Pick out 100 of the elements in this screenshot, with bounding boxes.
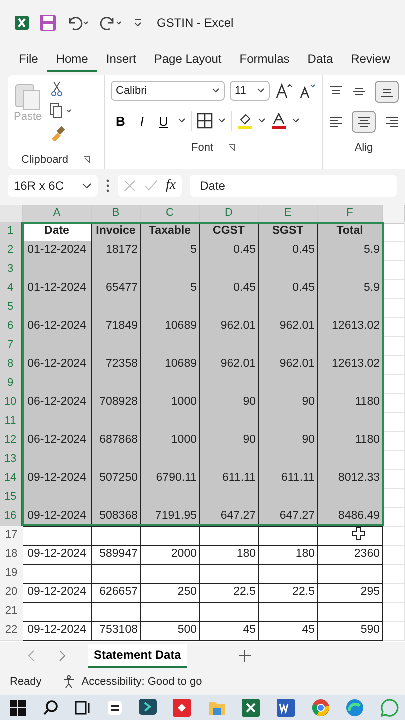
row-header[interactable]: 4 [0, 279, 23, 299]
ribbon-tab[interactable]: File [10, 48, 48, 72]
caret-icon [82, 183, 92, 189]
table-cell: 12613.02 [318, 317, 383, 337]
decrease-font-size-icon[interactable] [298, 83, 316, 99]
row-header[interactable]: 1 [0, 222, 23, 242]
table-cell: 90 [259, 393, 318, 413]
dropdown-caret-icon[interactable] [258, 118, 266, 124]
row-header[interactable]: 5 [0, 298, 23, 318]
table-cell: 8012.33 [318, 469, 383, 489]
ribbon-tab[interactable]: Home [47, 48, 98, 72]
row-header[interactable]: 18 [0, 545, 23, 565]
table-cell: 0.45 [200, 279, 259, 299]
table-cell: 10689 [141, 317, 200, 337]
start-icon[interactable] [10, 700, 26, 716]
table-cell: 647.27 [200, 507, 259, 527]
row-header[interactable]: 20 [0, 583, 23, 603]
row-header[interactable]: 2 [0, 241, 23, 261]
row-header[interactable]: 6 [0, 317, 23, 337]
table-cell: 10689 [141, 355, 200, 375]
increase-font-size-icon[interactable] [275, 83, 293, 99]
table-cell: 5 [141, 279, 200, 299]
name-box[interactable]: 16R x 6C [8, 175, 98, 197]
chat-icon[interactable] [380, 698, 399, 716]
folder-icon[interactable] [208, 700, 226, 716]
font-size-dropdown[interactable]: 11 [230, 81, 270, 101]
next-sheet-icon[interactable] [58, 650, 66, 662]
bold-button[interactable]: B [111, 114, 130, 128]
empty-cell [141, 526, 200, 546]
row-header[interactable]: 17 [0, 526, 23, 546]
accessibility-status[interactable]: Accessibility: Good to go [82, 676, 202, 688]
dialog-launcher-icon[interactable] [228, 144, 236, 152]
table-cell: 72358 [92, 355, 141, 375]
ribbon-tab[interactable]: Formulas [230, 48, 299, 72]
copy-icon[interactable] [50, 103, 74, 119]
caret-icon [212, 88, 220, 94]
dropdown-caret-icon[interactable] [292, 118, 300, 124]
save-icon[interactable] [39, 14, 57, 32]
table-cell: 01-12-2024 [23, 279, 92, 299]
empty-cell [200, 526, 259, 546]
row-header[interactable]: 11 [0, 412, 23, 432]
customize-toolbar-icon[interactable] [132, 16, 144, 28]
ribbon-tab[interactable]: Review [342, 48, 400, 72]
row-header[interactable]: 14 [0, 469, 23, 489]
row-header[interactable]: 19 [0, 564, 23, 584]
app-icon[interactable] [138, 698, 156, 716]
borders-icon[interactable] [197, 113, 214, 129]
accessibility-icon[interactable] [62, 675, 76, 689]
row-header[interactable]: 21 [0, 602, 23, 622]
table-cell: 753108 [92, 621, 141, 641]
row-header[interactable]: 15 [0, 488, 23, 508]
sheet-tab[interactable]: Statement Data [88, 644, 188, 668]
redo-icon[interactable] [99, 14, 123, 30]
format-painter-icon[interactable] [50, 125, 66, 141]
empty-cell [318, 602, 383, 622]
row-header[interactable]: 22 [0, 621, 23, 641]
ribbon-tab[interactable]: Insert [97, 48, 146, 72]
row-header[interactable]: 10 [0, 393, 23, 413]
scissors-icon[interactable] [50, 81, 64, 97]
excel-icon[interactable] [242, 698, 260, 716]
empty-cell [92, 564, 141, 584]
align-left-icon[interactable] [329, 116, 343, 128]
row-header[interactable]: 16 [0, 507, 23, 527]
font-color-icon[interactable] [271, 112, 288, 130]
more-icon[interactable] [106, 179, 110, 193]
align-right-icon[interactable] [385, 116, 399, 128]
edge-icon[interactable] [346, 698, 364, 716]
center-align-icon[interactable] [357, 116, 371, 128]
fill-color-icon[interactable] [237, 112, 254, 130]
ribbon-tab[interactable]: Page Layout [145, 48, 231, 72]
dropdown-caret-icon[interactable] [218, 118, 226, 124]
italic-button[interactable]: I [135, 114, 150, 128]
table-cell: 09-12-2024 [23, 621, 92, 641]
row-header[interactable]: 13 [0, 450, 23, 470]
table-cell: 22.5 [200, 583, 259, 603]
add-sheet-icon[interactable] [239, 650, 252, 662]
ribbon-tab[interactable]: Data [298, 48, 342, 72]
dropdown-caret-icon[interactable] [178, 118, 186, 124]
middle-align-icon[interactable] [352, 86, 366, 98]
table-cell: 06-12-2024 [23, 355, 92, 375]
formula-field[interactable]: Date [190, 175, 397, 197]
empty-cell [200, 564, 259, 584]
app-icon[interactable] [108, 700, 122, 714]
underline-button[interactable]: U [154, 114, 174, 128]
table-cell: 2360 [318, 545, 383, 565]
row-header[interactable]: 12 [0, 431, 23, 451]
table-cell: 1180 [318, 431, 383, 451]
row-header[interactable]: 7 [0, 336, 23, 356]
insert-function-button[interactable]: fx [166, 178, 176, 194]
table-cell: 22.5 [259, 583, 318, 603]
window-title: GSTIN - Excel [157, 16, 234, 30]
search-icon[interactable] [42, 700, 59, 716]
font-name-dropdown[interactable]: Calibri [111, 81, 225, 101]
dialog-launcher-icon[interactable] [82, 156, 91, 164]
browser-icon[interactable] [312, 698, 330, 716]
task-view-icon[interactable] [75, 700, 92, 716]
row-header[interactable]: 9 [0, 374, 23, 394]
row-header[interactable]: 3 [0, 260, 23, 280]
word-icon[interactable] [277, 698, 295, 716]
row-header[interactable]: 8 [0, 355, 23, 375]
